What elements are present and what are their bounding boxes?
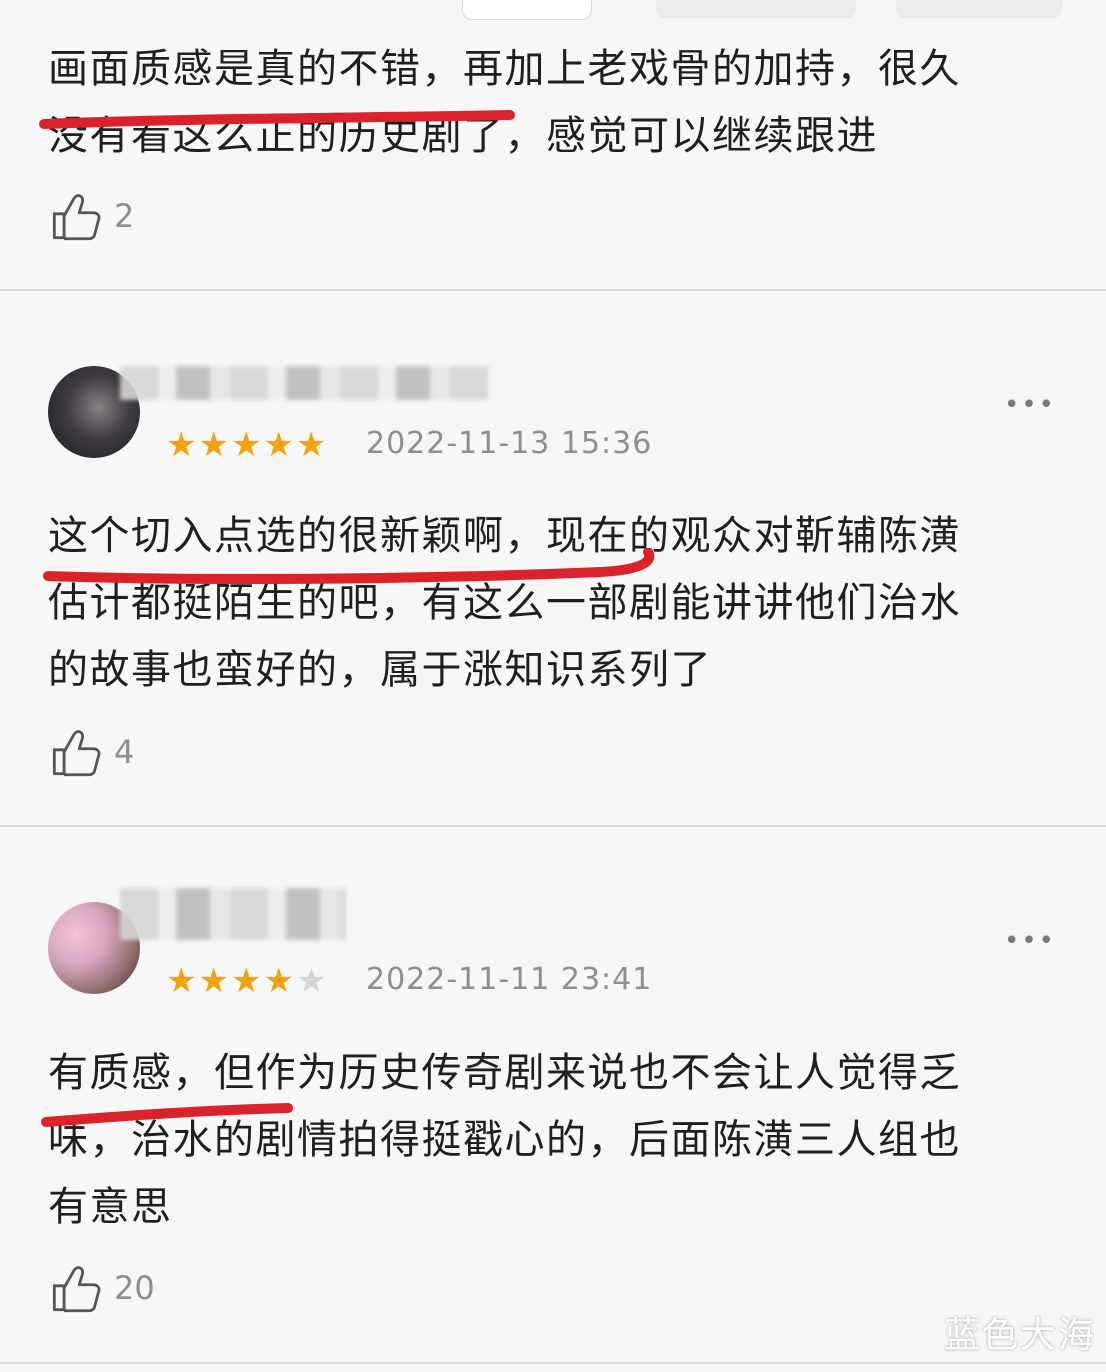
star-icon: ★ [166, 961, 199, 1001]
like-button[interactable]: 4 [50, 726, 134, 778]
text-line: 的故事也蛮好的，属于涨知识系列了 [48, 647, 712, 693]
thumbs-up-icon [52, 194, 101, 241]
like-button[interactable]: 2 [50, 190, 134, 242]
star-icon: ★ [230, 425, 264, 465]
text-line: 这个切入点选的很新颖啊，现在的观众对靳辅陈潢 [48, 513, 961, 559]
star-icon: ★ [198, 425, 231, 465]
star-icon: ★ [166, 425, 199, 465]
star-icon: ★ [295, 425, 329, 465]
like-count: 4 [114, 733, 135, 771]
more-dots-icon[interactable]: ••• [1004, 392, 1056, 418]
like-count: 2 [114, 197, 135, 235]
thumbs-up-icon [52, 1266, 101, 1313]
star-empty-icon: ★ [295, 961, 329, 1001]
watermark: 蓝色大海 [944, 1315, 1097, 1356]
top-tab [462, 0, 592, 20]
username-blurred [120, 888, 346, 940]
like-count: 20 [114, 1269, 155, 1307]
top-blur-left [656, 0, 856, 18]
comment-text: 这个切入点选的很新颖啊，现在的观众对靳辅陈潢 估计都挺陌生的吧，有这么一部剧能讲… [48, 503, 1068, 704]
star-icon: ★ [230, 961, 264, 1001]
username-blurred [120, 366, 490, 400]
divider [0, 1362, 1106, 1364]
star-icon: ★ [263, 961, 296, 1001]
text-line: 有意思 [48, 1184, 173, 1230]
like-button[interactable]: 20 [50, 1262, 155, 1314]
timestamp: 2022-11-13 15:36 [366, 426, 653, 461]
timestamp: 2022-11-11 23:41 [366, 962, 653, 997]
divider [0, 289, 1106, 291]
star-icon: ★ [198, 961, 231, 1001]
top-blur-right [896, 0, 1062, 18]
text-line: 没有看这么正的历史剧了，感觉可以继续跟进 [48, 113, 878, 159]
rating-stars: ★★★★★ [166, 428, 328, 462]
text-line: 画面质感是真的不错，再加上老戏骨的加持，很久 [48, 46, 961, 92]
comment-text: 画面质感是真的不错，再加上老戏骨的加持，很久 没有看这么正的历史剧了，感觉可以继… [48, 36, 1068, 170]
divider [0, 825, 1106, 827]
star-icon: ★ [263, 425, 296, 465]
comment-text: 有质感，但作为历史传奇剧来说也不会让人觉得乏 味，治水的剧情拍得挺戳心的，后面陈… [48, 1040, 1068, 1241]
text-line: 估计都挺陌生的吧，有这么一部剧能讲讲他们治水 [48, 580, 961, 626]
text-line: 味，治水的剧情拍得挺戳心的，后面陈潢三人组也 [48, 1117, 961, 1163]
thumbs-up-icon [52, 730, 101, 777]
more-dots-icon[interactable]: ••• [1004, 928, 1056, 954]
text-line: 有质感，但作为历史传奇剧来说也不会让人觉得乏 [48, 1050, 961, 1096]
rating-stars: ★★★★★ [166, 964, 328, 998]
